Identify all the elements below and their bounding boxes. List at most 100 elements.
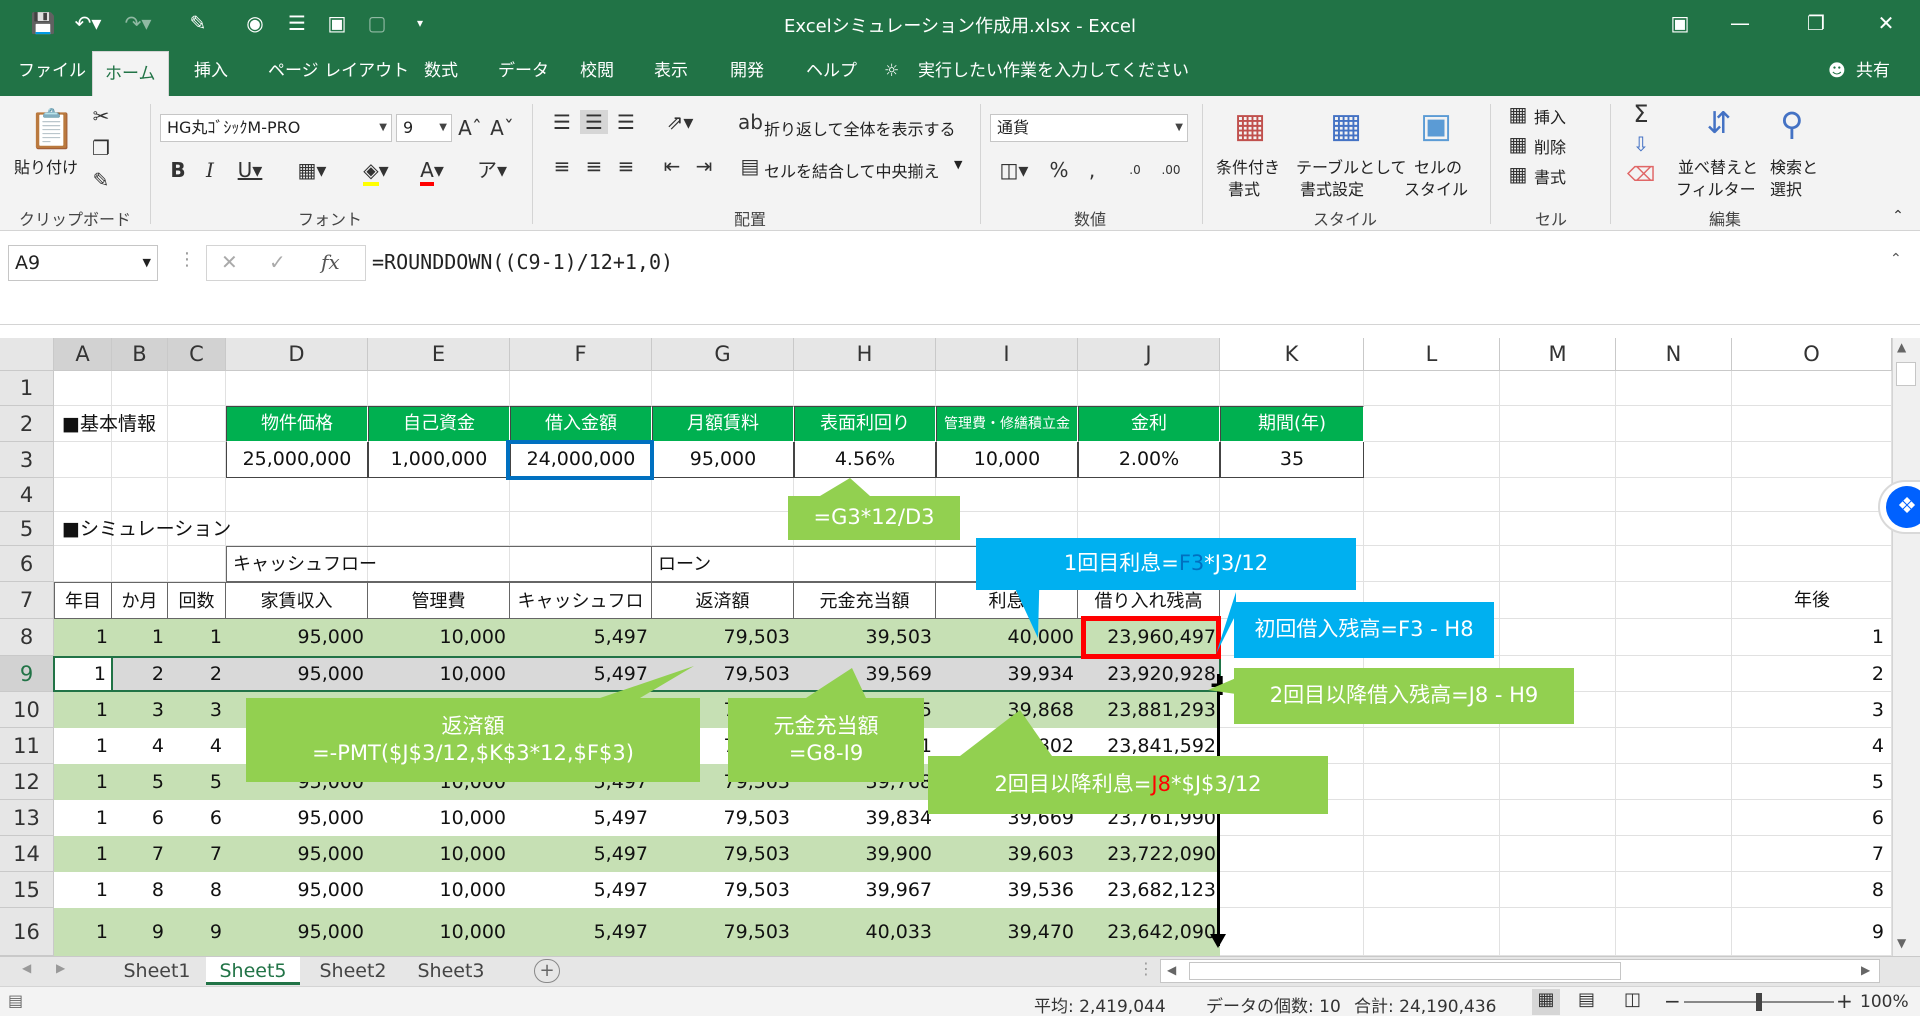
table-cell[interactable]: 8 xyxy=(168,872,226,908)
align-center-icon[interactable]: ≡ xyxy=(580,154,608,178)
tab-file[interactable]: ファイル xyxy=(6,47,98,96)
zoom-level[interactable]: 100% xyxy=(1860,992,1909,1012)
table-cell[interactable]: 4 xyxy=(168,728,226,764)
find-select-button-2[interactable]: 選択 xyxy=(1770,176,1802,200)
table-cell[interactable]: 79,503 xyxy=(652,908,794,956)
italic-icon[interactable]: I xyxy=(198,158,222,182)
table-cell[interactable]: 1 xyxy=(54,836,112,872)
table-cell[interactable]: 1 xyxy=(112,619,168,656)
column-header-h[interactable]: H xyxy=(794,338,936,371)
cancel-icon[interactable]: ✕ xyxy=(221,250,238,274)
minimize-icon[interactable]: — xyxy=(1720,8,1760,38)
table-cell[interactable]: 10,000 xyxy=(368,836,510,872)
years-after-cell[interactable]: 4 xyxy=(1732,728,1892,764)
conditional-format-button-2[interactable]: 書式 xyxy=(1228,176,1260,200)
name-box[interactable]: A9 ▼ xyxy=(8,245,158,281)
table-cell[interactable]: 1 xyxy=(54,764,112,800)
years-after-cell[interactable]: 9 xyxy=(1732,908,1892,956)
table-cell[interactable]: 5,497 xyxy=(510,800,652,836)
sheet-tab-sheet5[interactable]: Sheet5 xyxy=(206,957,300,985)
tab-developer[interactable]: 開発 xyxy=(718,47,776,96)
insert-function-icon[interactable]: fx xyxy=(321,250,340,274)
decrease-decimal-icon[interactable]: .00 xyxy=(1156,158,1186,182)
enter-icon[interactable]: ✓ xyxy=(269,250,286,274)
scroll-right-icon[interactable]: ▶ xyxy=(1861,963,1870,977)
select-all-corner[interactable] xyxy=(0,338,54,371)
table-cell[interactable]: 10,000 xyxy=(368,908,510,956)
table-cell[interactable]: 5,497 xyxy=(510,908,652,956)
table-cell[interactable]: 39,503 xyxy=(794,619,936,656)
row-header-3[interactable]: 3 xyxy=(0,442,54,478)
row-header-6[interactable]: 6 xyxy=(0,546,54,582)
column-header-l[interactable]: L xyxy=(1364,338,1500,371)
table-cell[interactable]: 1 xyxy=(54,908,112,956)
row-header-7[interactable]: 7 xyxy=(0,582,54,619)
table-cell[interactable]: 79,503 xyxy=(652,836,794,872)
page-break-view-icon[interactable]: ◫ xyxy=(1624,989,1641,1010)
years-after-cell[interactable]: 2 xyxy=(1732,656,1892,692)
table-cell[interactable]: 6 xyxy=(112,800,168,836)
column-header-o[interactable]: O xyxy=(1732,338,1892,371)
sort-filter-icon[interactable]: ⇵ xyxy=(1694,102,1744,146)
row-header-15[interactable]: 15 xyxy=(0,872,54,908)
restore-icon[interactable]: ❐ xyxy=(1796,8,1836,38)
ribbon-display-icon[interactable]: ▣ xyxy=(1660,8,1700,38)
vertical-scrollbar[interactable]: ▲ ▼ xyxy=(1892,338,1920,956)
table-cell[interactable]: 39,603 xyxy=(936,836,1078,872)
worksheet-grid[interactable]: A B C D E F G H I J K L M N O 1 2 3 4 5 6 7 8 9 10 11 12 13 14 15 16 ■基… xyxy=(0,338,1892,956)
collapse-ribbon-icon[interactable]: ⌃ xyxy=(1888,204,1908,228)
basic-value-cell[interactable]: 25,000,000 xyxy=(226,442,368,478)
wrap-text-button[interactable]: 折り返して全体を表示する xyxy=(764,116,956,140)
table-cell[interactable]: 23,881,293 xyxy=(1078,692,1220,728)
decrease-font-icon[interactable]: Aˇ xyxy=(490,116,514,140)
table-cell[interactable]: 9 xyxy=(168,908,226,956)
normal-view-icon[interactable]: ▦ xyxy=(1532,989,1560,1015)
table-cell[interactable]: 39,868 xyxy=(936,692,1078,728)
tab-formulas[interactable]: 数式 xyxy=(412,47,470,96)
format-as-table-button-2[interactable]: 書式設定 xyxy=(1300,176,1364,200)
conditional-format-icon[interactable]: ▦ xyxy=(1230,104,1270,148)
cell-styles-button[interactable]: セルの xyxy=(1414,154,1462,178)
cell-styles-button-2[interactable]: スタイル xyxy=(1404,176,1468,200)
row-header-9[interactable]: 9 xyxy=(0,656,54,692)
autosum-icon[interactable]: Σ xyxy=(1626,102,1656,126)
conditional-format-button[interactable]: 条件付き xyxy=(1216,154,1280,178)
years-after-cell[interactable]: 8 xyxy=(1732,872,1892,908)
table-cell[interactable]: 1 xyxy=(54,800,112,836)
basic-value-cell[interactable]: 35 xyxy=(1220,442,1364,478)
share-button[interactable]: 共有 xyxy=(1856,47,1890,96)
delete-cells-button[interactable]: 削除 xyxy=(1534,134,1566,158)
insert-cells-icon[interactable]: ▦ xyxy=(1506,102,1530,126)
column-header-f[interactable]: F xyxy=(510,338,652,371)
tab-review[interactable]: 校閲 xyxy=(568,47,626,96)
formula-input[interactable]: =ROUNDDOWN((C9-1)/12+1,0) xyxy=(372,245,1892,281)
table-cell[interactable]: 39,536 xyxy=(936,872,1078,908)
align-right-icon[interactable]: ≡ xyxy=(612,154,640,178)
table-cell[interactable]: 23,682,123 xyxy=(1078,872,1220,908)
zoom-in-icon[interactable]: + xyxy=(1836,989,1853,1013)
row-header-10[interactable]: 10 xyxy=(0,692,54,728)
table-cell[interactable]: 1 xyxy=(54,619,112,656)
format-painter-icon[interactable]: ✎ xyxy=(88,168,114,192)
table-cell[interactable]: 7 xyxy=(112,836,168,872)
percent-icon[interactable]: % xyxy=(1046,158,1072,182)
table-cell[interactable]: 79,503 xyxy=(652,800,794,836)
table-cell[interactable]: 39,834 xyxy=(794,800,936,836)
table-cell[interactable]: 4 xyxy=(112,728,168,764)
format-as-table-icon[interactable]: ▦ xyxy=(1326,104,1366,148)
macro-record-icon[interactable]: ▤ xyxy=(8,991,23,1010)
row-header-12[interactable]: 12 xyxy=(0,764,54,800)
table-cell[interactable]: 7 xyxy=(168,836,226,872)
underline-icon[interactable]: U▾ xyxy=(232,158,268,182)
chevron-down-icon[interactable]: ▼ xyxy=(954,158,962,171)
column-header-j[interactable]: J xyxy=(1078,338,1220,371)
format-cells-button[interactable]: 書式 xyxy=(1534,164,1566,188)
table-cell[interactable]: 1 xyxy=(168,619,226,656)
table-cell[interactable]: 40,000 xyxy=(936,619,1078,656)
borders-icon[interactable]: ▦▾ xyxy=(292,158,332,182)
row-header-16[interactable]: 16 xyxy=(0,908,54,956)
basic-value-cell[interactable]: 1,000,000 xyxy=(368,442,510,478)
paste-button[interactable]: 貼り付け xyxy=(14,154,78,178)
column-header-m[interactable]: M xyxy=(1500,338,1616,371)
fill-color-icon[interactable]: ◈▾ xyxy=(356,158,396,186)
